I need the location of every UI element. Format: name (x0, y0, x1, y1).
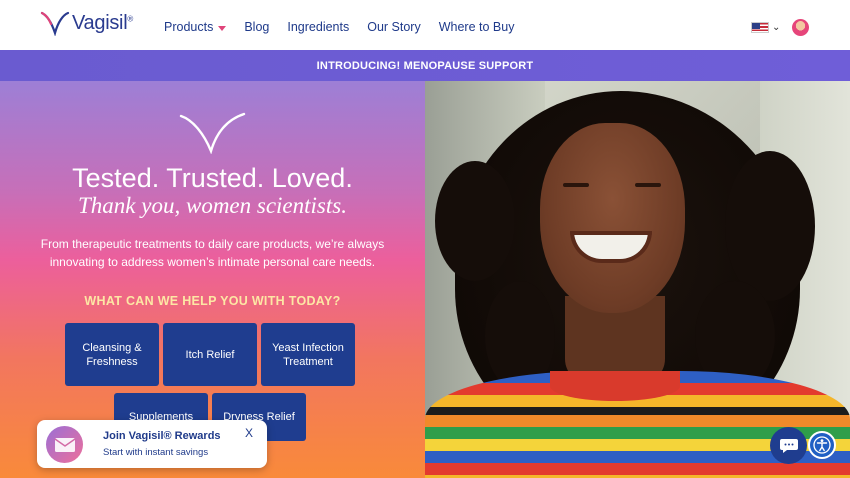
nav-products[interactable]: Products (164, 20, 227, 34)
hero-photo (425, 81, 850, 478)
accessibility-icon (813, 436, 831, 454)
announcement-text: INTRODUCING! MENOPAUSE SUPPORT (316, 59, 534, 72)
nav-blog[interactable]: Blog (244, 20, 269, 34)
rewards-title: Join Vagisil® Rewards (103, 430, 221, 442)
chat-bubble-icon (779, 438, 798, 453)
us-flag-icon (751, 22, 769, 33)
hero-description: From therapeutic treatments to daily car… (40, 237, 385, 269)
eye-right-shape (635, 183, 661, 187)
hair-curl (435, 161, 515, 281)
site-header: Vagisil® Products Blog Ingredients Our S… (0, 0, 850, 50)
logo-text: Vagisil® (72, 11, 133, 34)
hero-subtitle: Thank you, women scientists. (78, 193, 347, 218)
nav-our-story-label: Our Story (367, 20, 421, 34)
nav-products-label: Products (164, 20, 214, 34)
nav-where-to-buy-label: Where to Buy (438, 20, 515, 34)
category-label: Yeast Infection Treatment (272, 341, 344, 368)
accessibility-button[interactable] (808, 431, 836, 459)
nav-where-to-buy[interactable]: Where to Buy (439, 20, 515, 34)
category-label: Itch Relief (185, 348, 235, 361)
chat-button[interactable] (770, 427, 807, 464)
category-cleansing-button[interactable]: Cleansing & Freshness (65, 323, 159, 386)
nav-blog-label: Blog (244, 20, 270, 34)
main-nav: Products Blog Ingredients Our Story Wher… (164, 20, 514, 34)
nav-ingredients[interactable]: Ingredients (287, 20, 349, 34)
eye-left-shape (563, 183, 589, 187)
rewards-popup[interactable]: Join Vagisil® Rewards Start with instant… (37, 420, 267, 468)
hair-curl (725, 151, 815, 301)
announcement-bar[interactable]: INTRODUCING! MENOPAUSE SUPPORT (0, 50, 850, 81)
vagisil-v-icon (40, 11, 70, 36)
avatar-icon[interactable] (792, 19, 809, 36)
locale-selector[interactable]: ⌄ (751, 22, 780, 33)
category-label: Cleansing & Freshness (82, 341, 142, 368)
vagisil-mark-icon (179, 112, 246, 154)
envelope-icon (46, 426, 83, 463)
vagisil-logo[interactable]: Vagisil® (40, 10, 133, 36)
nav-ingredients-label: Ingredients (287, 20, 350, 34)
caret-down-icon (218, 25, 227, 31)
category-yeast-infection-button[interactable]: Yeast Infection Treatment (261, 323, 355, 386)
category-itch-relief-button[interactable]: Itch Relief (163, 323, 257, 386)
rewards-close-button[interactable]: X (245, 426, 253, 440)
rewards-subtitle: Start with instant savings (103, 447, 209, 458)
nav-our-story[interactable]: Our Story (367, 20, 421, 34)
page: Vagisil® Products Blog Ingredients Our S… (0, 0, 850, 478)
sweater-collar-shape (550, 371, 680, 401)
help-heading: WHAT CAN WE HELP YOU WITH TODAY? (84, 294, 341, 308)
face-shape (540, 123, 685, 313)
hero-title: Tested. Trusted. Loved. (72, 163, 353, 193)
chevron-down-icon: ⌄ (772, 22, 781, 33)
